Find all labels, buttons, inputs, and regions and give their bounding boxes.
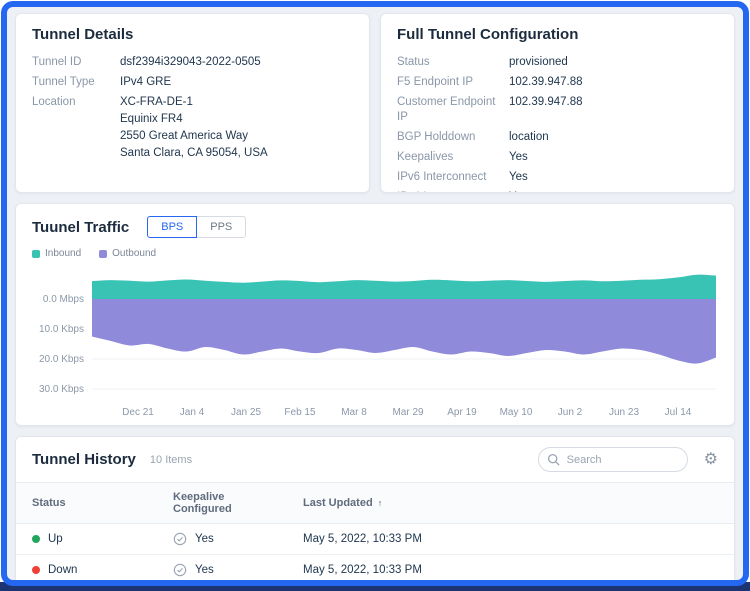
keepalive-text: Yes <box>195 564 214 576</box>
field-status: Status provisioned <box>397 55 718 70</box>
legend-item-outbound[interactable]: Outbound <box>99 248 156 259</box>
field-value: 102.39.947.88 <box>509 95 583 125</box>
field-label: F5 Endpoint IP <box>397 75 509 90</box>
history-title: Tunnel History <box>32 451 136 468</box>
field-customer-endpoint: Customer Endpoint IP 102.39.947.88 <box>397 95 718 125</box>
items-count: 10 Items <box>150 454 192 466</box>
column-label: Last Updated <box>303 497 373 509</box>
dashboard-page: Tunnel Details Tunnel ID dsf2394i329043-… <box>7 7 743 586</box>
table-row[interactable]: Down Yes May 5, 2022, 10:33 PM <box>16 555 734 586</box>
svg-text:Mar 8: Mar 8 <box>341 407 367 418</box>
traffic-header: Tuunel Traffic BPS PPS <box>32 216 718 238</box>
tunnel-config-card: Full Tunnel Configuration Status provisi… <box>380 13 735 193</box>
field-value: XC-FRA-DE-1 Equinix FR4 2550 Great Ameri… <box>120 95 268 163</box>
unit-toggle: BPS PPS <box>147 216 246 238</box>
address-line: XC-FRA-DE-1 <box>120 95 268 110</box>
check-circle-icon <box>173 532 187 546</box>
field-value: dsf2394i329043-2022-0505 <box>120 55 261 70</box>
svg-text:0.0 Mbps: 0.0 Mbps <box>43 294 84 305</box>
svg-text:Jan 4: Jan 4 <box>180 407 205 418</box>
field-tunnel-id: Tunnel ID dsf2394i329043-2022-0505 <box>32 55 353 70</box>
svg-text:Jul 14: Jul 14 <box>665 407 692 418</box>
gear-icon[interactable]: ⚙ <box>704 452 718 468</box>
last-updated-text: May 5, 2022, 10:33 PM <box>287 555 734 586</box>
legend-label: Outbound <box>112 248 156 259</box>
column-header-last-updated[interactable]: Last Updated ↑ <box>287 483 734 524</box>
check-circle-icon <box>173 563 187 577</box>
svg-text:Jun 2: Jun 2 <box>558 407 583 418</box>
field-keepalives: Keepalives Yes <box>397 150 718 165</box>
legend-label: Inbound <box>45 248 81 259</box>
field-label: Keepalives <box>397 150 509 165</box>
table-row[interactable]: Up Yes May 5, 2022, 10:33 PM <box>16 524 734 555</box>
last-updated-text: May 5, 2022, 10:33 PM <box>287 586 734 587</box>
status-dot <box>32 566 40 574</box>
field-label: Customer Endpoint IP <box>397 95 509 125</box>
tunnel-details-card: Tunnel Details Tunnel ID dsf2394i329043-… <box>15 13 370 193</box>
field-label: Location <box>32 95 120 163</box>
keepalive-text: Yes <box>195 533 214 545</box>
status-text: Up <box>48 533 63 545</box>
svg-text:Dec 21: Dec 21 <box>122 407 154 418</box>
table-row[interactable]: Down Yes May 5, 2022, 10:33 PM <box>16 586 734 587</box>
svg-text:Feb 15: Feb 15 <box>284 407 316 418</box>
field-value: Yes <box>509 150 528 165</box>
outbound-swatch <box>99 250 107 258</box>
tunnel-traffic-card: Tuunel Traffic BPS PPS Inbound Outbound … <box>15 203 735 426</box>
svg-text:Mar 29: Mar 29 <box>392 407 424 418</box>
address-line: Santa Clara, CA 95054, USA <box>120 146 268 161</box>
page-frame: Tunnel Details Tunnel ID dsf2394i329043-… <box>1 1 749 586</box>
svg-text:20.0 Kbps: 20.0 Kbps <box>39 354 84 365</box>
field-label: IPv6 Interconnect <box>397 170 509 185</box>
table-header-row: Status Keepalive Configured Last Updated… <box>16 483 734 524</box>
search-icon <box>547 453 560 466</box>
field-value: Yes <box>509 190 528 193</box>
tunnel-details-title: Tunnel Details <box>32 26 353 43</box>
field-ipv4-interconnect: IPv4 Interconnect Yes <box>397 190 718 193</box>
column-header-keepalive[interactable]: Keepalive Configured <box>157 483 287 524</box>
address-line: Equinix FR4 <box>120 112 268 127</box>
svg-text:Jan 25: Jan 25 <box>231 407 261 418</box>
svg-text:Jun 23: Jun 23 <box>609 407 639 418</box>
field-value: provisioned <box>509 55 568 70</box>
last-updated-text: May 5, 2022, 10:33 PM <box>287 524 734 555</box>
field-value: IPv4 GRE <box>120 75 171 90</box>
field-ipv6-interconnect: IPv6 Interconnect Yes <box>397 170 718 185</box>
field-bgp-holddown: BGP Holddown location <box>397 130 718 145</box>
tunnel-config-title: Full Tunnel Configuration <box>397 26 718 43</box>
status-text: Down <box>48 564 77 576</box>
field-label: IPv4 Interconnect <box>397 190 509 193</box>
field-f5-endpoint: F5 Endpoint IP 102.39.947.88 <box>397 75 718 90</box>
svg-text:10.0 Kbps: 10.0 Kbps <box>39 324 84 335</box>
field-value: Yes <box>509 170 528 185</box>
column-header-status[interactable]: Status <box>16 483 157 524</box>
history-header: Tunnel History 10 Items ⚙ <box>16 437 734 482</box>
svg-text:Apr 19: Apr 19 <box>447 407 477 418</box>
svg-text:May 10: May 10 <box>500 407 533 418</box>
traffic-area-chart: 0.0 Mbps 10.0 Kbps 20.0 Kbps 30.0 Kbps Dec 2… <box>32 263 722 421</box>
field-label: Status <box>397 55 509 70</box>
traffic-title: Tuunel Traffic <box>32 219 129 236</box>
bps-button[interactable]: BPS <box>147 216 197 238</box>
field-value: 102.39.947.88 <box>509 75 583 90</box>
legend-item-inbound[interactable]: Inbound <box>32 248 81 259</box>
inbound-swatch <box>32 250 40 258</box>
svg-text:30.0 Kbps: 30.0 Kbps <box>39 384 84 395</box>
sort-ascending-icon[interactable]: ↑ <box>378 498 383 508</box>
tunnel-history-card: Tunnel History 10 Items ⚙ Status <box>15 436 735 586</box>
field-label: Tunnel Type <box>32 75 120 90</box>
field-value: location <box>509 130 549 145</box>
search-box <box>538 447 688 472</box>
field-tunnel-type: Tunnel Type IPv4 GRE <box>32 75 353 90</box>
address-line: 2550 Great America Way <box>120 129 268 144</box>
status-dot <box>32 535 40 543</box>
top-row: Tunnel Details Tunnel ID dsf2394i329043-… <box>15 13 735 193</box>
search-input[interactable] <box>538 447 688 472</box>
field-location: Location XC-FRA-DE-1 Equinix FR4 2550 Gr… <box>32 95 353 163</box>
chart-legend: Inbound Outbound <box>32 248 718 259</box>
field-label: BGP Holddown <box>397 130 509 145</box>
pps-button[interactable]: PPS <box>196 216 246 238</box>
tunnel-history-table: Status Keepalive Configured Last Updated… <box>16 482 734 586</box>
field-label: Tunnel ID <box>32 55 120 70</box>
